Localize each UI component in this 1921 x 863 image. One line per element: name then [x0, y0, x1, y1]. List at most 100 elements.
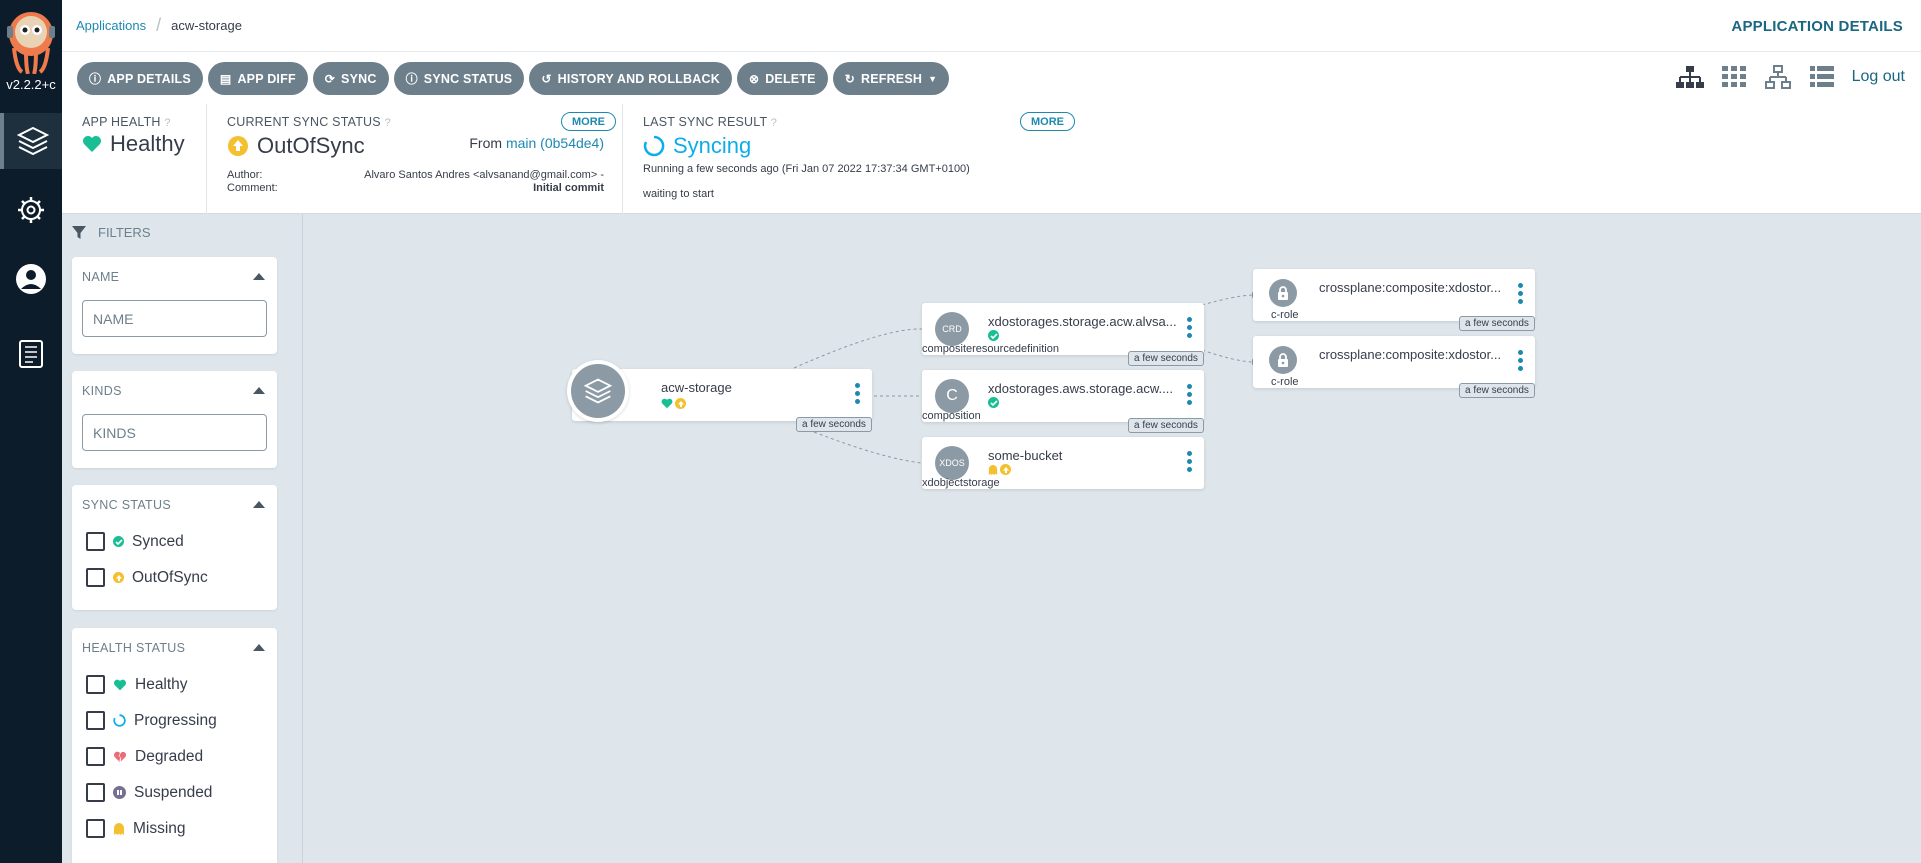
- filter-option-label: Healthy: [135, 675, 188, 693]
- app-node-circle: [567, 360, 629, 422]
- resource-kind: composition: [922, 410, 981, 422]
- node-menu-icon[interactable]: [1187, 384, 1192, 405]
- last-sync-section: LAST SYNC RESULT ? Syncing MORE Running …: [623, 104, 1223, 214]
- checkbox[interactable]: [86, 568, 105, 587]
- sync-status-button[interactable]: ⓘ SYNC STATUS: [393, 62, 525, 95]
- filter-option-label: OutOfSync: [132, 568, 208, 586]
- current-sync-label: CURRENT SYNC STATUS: [227, 115, 381, 129]
- filter-option-progressing[interactable]: Progressing: [86, 711, 217, 730]
- action-toolbar: ⓘ APP DETAILS ▤ APP DIFF ⟳ SYNC ⓘ SYNC STATU…: [62, 52, 1921, 104]
- heart-icon: [114, 679, 126, 690]
- last-sync-more-button[interactable]: MORE: [1020, 112, 1075, 131]
- comment-value: Initial commit: [533, 182, 604, 194]
- current-sync-value: OutOfSync: [257, 133, 365, 158]
- question-icon[interactable]: ?: [771, 117, 777, 129]
- checkbox[interactable]: [86, 532, 105, 551]
- author-label: Author:: [227, 169, 263, 181]
- filter-option-healthy[interactable]: Healthy: [86, 675, 188, 694]
- resource-node-c-role-1[interactable]: crossplane:composite:xdostor... c-role: [1253, 269, 1535, 321]
- checkbox[interactable]: [86, 675, 105, 694]
- breadcrumb-current: acw-storage: [171, 18, 242, 33]
- ghost-icon: [114, 822, 124, 835]
- node-menu-icon[interactable]: [1187, 317, 1192, 338]
- resource-name: crossplane:composite:xdostor...: [1319, 347, 1502, 362]
- resource-kind: xdobjectstorage: [922, 477, 1000, 489]
- times-circle-icon: ⊗: [748, 71, 760, 86]
- breadcrumb-applications-link[interactable]: Applications: [76, 18, 146, 33]
- checkbox[interactable]: [86, 747, 105, 766]
- history-and-rollback-button[interactable]: ↺ HISTORY AND ROLLBACK: [529, 62, 732, 95]
- filter-option-outofsync[interactable]: OutOfSync: [86, 568, 208, 587]
- last-sync-running: Running a few seconds ago (Fri Jan 07 20…: [643, 163, 970, 175]
- node-menu-icon[interactable]: [855, 383, 860, 404]
- app-details-label: APP DETAILS: [107, 71, 191, 86]
- resource-kind-badge: XDOS: [935, 446, 969, 480]
- nav-documentation[interactable]: [0, 326, 62, 382]
- caret-up-icon[interactable]: [253, 273, 265, 280]
- comment-label: Comment:: [227, 182, 278, 194]
- resource-name: some-bucket: [988, 448, 1063, 463]
- caret-up-icon[interactable]: [253, 644, 265, 651]
- checkbox[interactable]: [86, 819, 105, 838]
- network-view-icon[interactable]: [1764, 64, 1792, 90]
- check-circle-icon: [988, 397, 999, 408]
- node-menu-icon[interactable]: [1518, 283, 1523, 304]
- name-filter-title: NAME: [82, 270, 120, 284]
- resource-node-some-bucket[interactable]: XDOS some-bucket xdobjectstorage: [922, 437, 1204, 489]
- breadcrumb-separator: /: [156, 15, 162, 35]
- delete-button[interactable]: ⊗ DELETE: [736, 62, 828, 95]
- tree-view-icon[interactable]: [1675, 64, 1704, 90]
- ghost-icon: [988, 465, 998, 475]
- app-details-button[interactable]: ⓘ APP DETAILS: [77, 62, 203, 95]
- question-icon[interactable]: ?: [385, 117, 391, 129]
- sync-button[interactable]: ⟳ SYNC: [312, 62, 389, 95]
- node-menu-icon[interactable]: [1518, 350, 1523, 371]
- delete-label: DELETE: [765, 71, 816, 86]
- question-icon[interactable]: ?: [164, 117, 170, 129]
- refresh-button[interactable]: ↻ REFRESH ▼: [832, 62, 950, 95]
- info-icon: ⓘ: [89, 72, 102, 86]
- resource-node-c-role-2[interactable]: crossplane:composite:xdostor... c-role: [1253, 336, 1535, 388]
- app-diff-button[interactable]: ▤ APP DIFF: [207, 62, 308, 95]
- resource-node-crd[interactable]: CRD xdostorages.storage.acw.alvsa... com…: [922, 303, 1204, 355]
- revision-link[interactable]: main (0b54de4): [506, 135, 604, 151]
- resource-kind-badge: CRD: [935, 312, 969, 346]
- node-menu-icon[interactable]: [1187, 451, 1192, 472]
- resource-name: crossplane:composite:xdostor...: [1319, 280, 1502, 295]
- nav-user-info[interactable]: [0, 251, 62, 307]
- list-view-icon[interactable]: [1808, 64, 1836, 90]
- filter-option-missing[interactable]: Missing: [86, 819, 186, 838]
- logout-link[interactable]: Log out: [1852, 68, 1905, 86]
- age-badge: a few seconds: [1128, 351, 1204, 366]
- author-value: Alvaro Santos Andres <alvsanand@gmail.co…: [364, 169, 604, 181]
- filter-option-suspended[interactable]: Suspended: [86, 783, 212, 802]
- book-icon: [19, 340, 43, 368]
- resource-kind-badge: C: [935, 379, 969, 413]
- edge: [813, 431, 923, 464]
- pods-view-icon[interactable]: [1720, 64, 1748, 90]
- filter-option-label: Degraded: [135, 747, 204, 765]
- caret-up-icon[interactable]: [253, 501, 265, 508]
- filter-option-label: Progressing: [134, 711, 217, 729]
- caret-up-icon[interactable]: [253, 387, 265, 394]
- kinds-filter-input[interactable]: [82, 414, 267, 451]
- status-panel: APP HEALTH ? Healthy CURRENT SYNC STATUS…: [62, 104, 1921, 214]
- resource-name: xdostorages.storage.acw.alvsa...: [988, 314, 1177, 329]
- filters-panel: FILTERS NAME KINDS SYNC STATUS Synced Ou…: [62, 214, 303, 863]
- checkbox[interactable]: [86, 711, 105, 730]
- argo-logo-icon[interactable]: [4, 8, 58, 75]
- resource-name: xdostorages.aws.storage.acw....: [988, 381, 1173, 396]
- filter-option-synced[interactable]: Synced: [86, 532, 184, 551]
- app-root-node[interactable]: acw-storage: [567, 360, 872, 422]
- checkbox[interactable]: [86, 783, 105, 802]
- breadcrumb: Applications / acw-storage: [76, 15, 242, 35]
- nav-settings[interactable]: [0, 182, 62, 238]
- nav-applications[interactable]: [0, 113, 62, 169]
- name-filter-input[interactable]: [82, 300, 267, 337]
- history-icon: ↺: [541, 71, 552, 86]
- resource-node-composition[interactable]: C xdostorages.aws.storage.acw.... compos…: [922, 370, 1204, 422]
- app-node-name: acw-storage: [661, 380, 732, 395]
- filter-option-label: Suspended: [134, 783, 213, 801]
- current-sync-more-button[interactable]: MORE: [561, 112, 616, 131]
- filter-option-degraded[interactable]: Degraded: [86, 747, 203, 766]
